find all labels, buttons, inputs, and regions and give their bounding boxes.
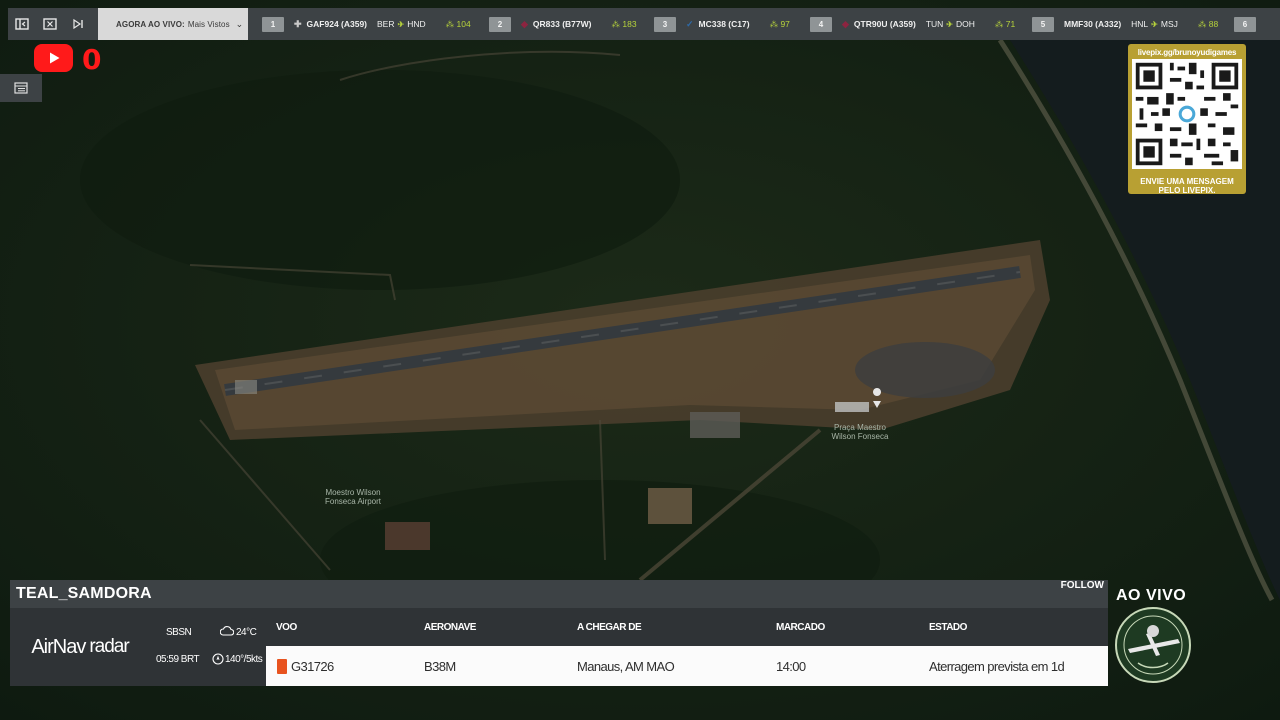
close-panel-icon[interactable]: [36, 8, 64, 40]
livepix-url: livepix.gg/brunoyudigames: [1137, 48, 1237, 57]
row-scheduled: 14:00: [776, 659, 806, 674]
station-icao: SBSN: [166, 627, 192, 638]
flight-to: MSJ: [1160, 19, 1178, 29]
flight-to: HND: [407, 19, 426, 29]
viewer-count: 104: [456, 18, 471, 29]
viewers-icon: ⁂: [769, 18, 779, 29]
livepix-message: ENVIE UMA MENSAGEM PELO LIVEPIX.: [1140, 177, 1234, 195]
viewers-icon: ⁂: [1197, 18, 1207, 29]
table-header: VOO AERONAVE A CHEGAR DE MARCADO ESTADO: [266, 608, 1108, 646]
follow-button[interactable]: FOLLOW: [1061, 580, 1104, 591]
flight-rank: 3: [654, 16, 676, 32]
flight-to: DOH: [956, 19, 975, 29]
board-title: TEAL_SAMDORA: [16, 585, 152, 602]
airnav-radar-logo: AirNav radar: [10, 608, 150, 686]
col-flight: VOO: [276, 622, 297, 633]
airline-logo-icon: ✚: [294, 18, 302, 29]
ticker-flight[interactable]: 3 ✓ MC338 (C17) ⁂ 97: [654, 8, 790, 40]
qr-code-icon: [1132, 59, 1242, 169]
flight-from: BER: [377, 19, 395, 29]
flight-from: TUN: [925, 19, 944, 29]
chevron-down-icon: ⌄: [235, 18, 244, 29]
col-origin: A CHEGAR DE: [577, 622, 642, 633]
collapse-sidebar-icon[interactable]: [8, 8, 36, 40]
flight-rank: 6: [1234, 16, 1256, 32]
viewer-count: 88: [1208, 18, 1219, 29]
col-scheduled: MARCADO: [776, 622, 825, 633]
flight-callsign: GAF924 (A359): [306, 19, 368, 29]
wind-icon: [212, 653, 224, 668]
flight-rank: 4: [810, 16, 832, 32]
airline-logo-icon: ◆: [521, 18, 528, 29]
viewer-count: 71: [1005, 18, 1016, 29]
viewer-count: 183: [622, 18, 637, 29]
airline-logo-icon: ✓: [686, 18, 694, 29]
flight-viewers: ⁂ 71: [995, 19, 1015, 30]
livepix-qr-panel: livepix.gg/brunoyudigames ENVIE UMA MENS…: [1128, 44, 1246, 195]
ticker-flight[interactable]: 1 ✚ GAF924 (A359) BER ✈ HND ⁂ 104: [262, 8, 471, 40]
flight-from: HNL: [1131, 19, 1149, 29]
flight-viewers: ⁂ 97: [770, 19, 790, 30]
dropdown-label: AGORA AO VIVO:: [116, 19, 185, 29]
arrow-right-icon: ✈: [1151, 19, 1158, 29]
airline-logo-icon: ◆: [842, 18, 849, 29]
youtube-icon: [34, 44, 73, 72]
live-filter-dropdown[interactable]: AGORA AO VIVO: Mais Vistos ⌄: [98, 8, 248, 40]
flight-callsign: QTR90U (A359): [853, 19, 916, 29]
arrow-right-icon: ✈: [397, 19, 405, 29]
flight-rank: 5: [1032, 16, 1054, 32]
flight-rank: 2: [489, 16, 511, 32]
arrow-right-icon: ✈: [946, 19, 953, 29]
col-status: ESTADO: [929, 622, 967, 633]
gol-airline-icon: [277, 659, 287, 674]
top-flight-ticker: AGORA AO VIVO: Mais Vistos ⌄ 1 ✚ GAF924 …: [8, 8, 1280, 40]
brand-rest: radar: [89, 636, 129, 657]
ticker-flight[interactable]: 6: [1234, 8, 1266, 40]
terminal-map-label: Praça Maestro Wilson Fonseca: [831, 423, 889, 441]
flight-callsign: MC338 (C17): [698, 19, 750, 29]
channel-emblem-icon: [1115, 607, 1191, 683]
ticker-flight[interactable]: 2 ◆ QR833 (B77W) ⁂ 183: [489, 8, 637, 40]
viewers-icon: ⁂: [445, 18, 455, 29]
board-body: AirNav radar SBSN 05:59 BRT 24°C 140°/5k…: [10, 608, 1108, 686]
viewers-icon: ⁂: [611, 18, 621, 29]
flight-callsign: QR833 (B77W): [532, 19, 592, 29]
ticker-flight[interactable]: 5 MMF30 (A332) HNL ✈ MSJ ⁂ 88: [1032, 8, 1218, 40]
viewer-count: 97: [780, 18, 790, 29]
station-wind: 140°/5kts: [225, 654, 263, 665]
brand-bold: AirNav: [31, 635, 86, 658]
youtube-counter: 0: [82, 43, 102, 76]
weather-icon: [219, 624, 235, 640]
flight-board: TEAL_SAMDORA FOLLOW AirNav radar SBSN 05…: [10, 580, 1108, 686]
station-info: SBSN 05:59 BRT 24°C 140°/5kts: [150, 608, 268, 686]
ticker-flight[interactable]: 4 ◆ QTR90U (A359) TUN ✈ DOH ⁂ 71: [810, 8, 1015, 40]
flight-table: VOO AERONAVE A CHEGAR DE MARCADO ESTADO …: [266, 608, 1108, 686]
row-status: Aterragem prevista em 1d: [929, 659, 1065, 674]
station-temp: 24°C: [236, 627, 257, 638]
station-time: 05:59 BRT: [156, 654, 200, 665]
live-label: AO VIVO: [1116, 587, 1187, 604]
flight-viewers: ⁂ 88: [1198, 19, 1218, 30]
row-aircraft: B38M: [424, 659, 456, 674]
skip-next-icon[interactable]: [64, 8, 92, 40]
flight-viewers: ⁂ 104: [446, 19, 471, 30]
row-flight: G31726: [291, 659, 334, 674]
board-header: TEAL_SAMDORA FOLLOW: [10, 580, 1108, 608]
viewers-icon: ⁂: [994, 18, 1004, 29]
table-row[interactable]: G31726 B38M Manaus, AM MAO 14:00 Aterrag…: [266, 646, 1108, 686]
row-origin: Manaus, AM MAO: [577, 659, 675, 674]
flight-rank: 1: [262, 16, 284, 32]
flight-viewers: ⁂ 183: [612, 19, 637, 30]
flight-list-icon[interactable]: [0, 74, 42, 102]
airport-map-label: Moestro Wilson Fonseca Airport: [324, 488, 382, 506]
flight-callsign: MMF30 (A332): [1064, 19, 1122, 29]
dropdown-value: Mais Vistos: [187, 19, 230, 29]
col-aircraft: AERONAVE: [424, 622, 476, 633]
